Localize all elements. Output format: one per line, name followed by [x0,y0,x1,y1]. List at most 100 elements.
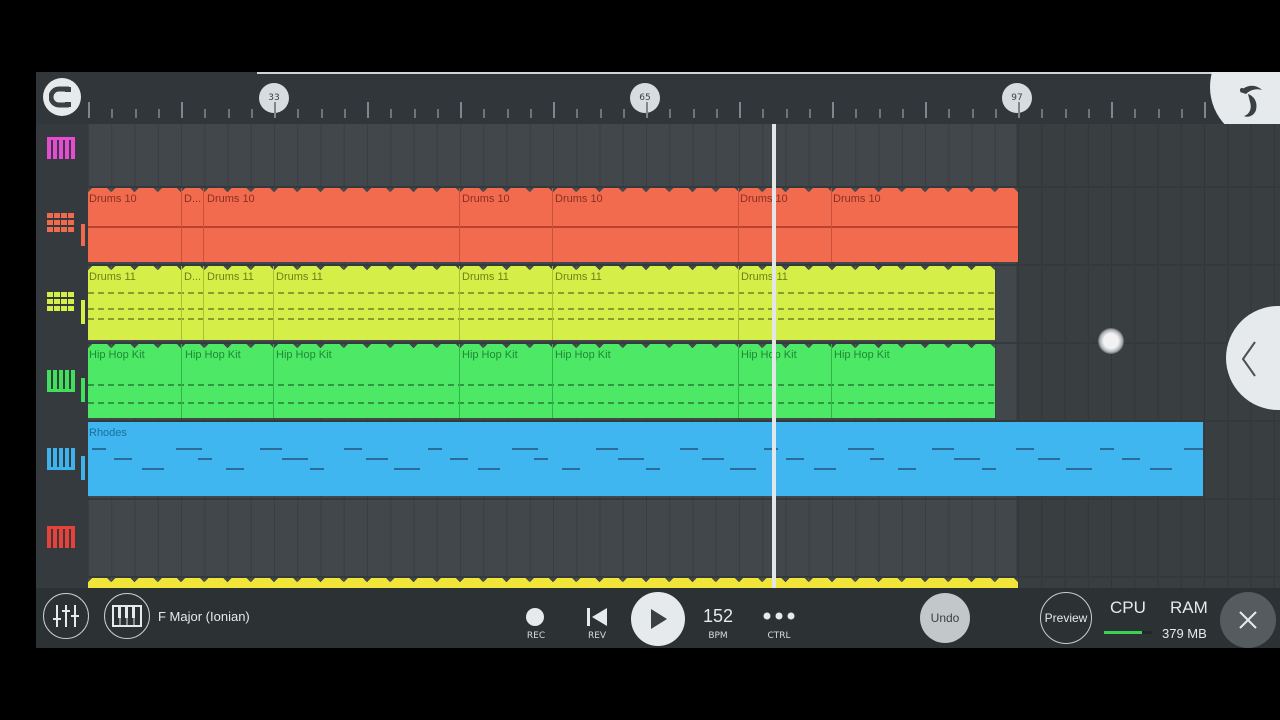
clip-divider [552,344,553,418]
undo-button[interactable]: Undo [920,593,970,643]
note-dash [814,468,836,470]
note-dash [1066,468,1092,470]
keyboard-icon [47,370,75,392]
rewind-icon[interactable] [586,607,608,627]
timeline-tick [855,109,858,118]
clip-divider [831,188,832,262]
rev-label: REV [587,631,607,641]
timeline-tick [297,109,300,118]
clip-label: Drums 10 [740,193,788,205]
timeline-tick [111,109,114,118]
clip-label: Hip Hop Kit [89,349,145,361]
note-dash [730,468,756,470]
note-dash [478,468,500,470]
keyboard-icon [47,137,75,159]
bar-marker-65[interactable]: 65 [630,83,660,113]
more-dots-icon[interactable] [763,612,795,620]
timeline-tick [1134,109,1137,118]
mixer-sliders-icon [53,605,79,627]
bpm-value[interactable]: 152 [698,606,738,627]
playlist-grid[interactable]: Drums 10 D... Drums 10 Drums 10 Drums 10… [88,124,1280,588]
timeline-tick [1180,109,1183,118]
piano-roll-button[interactable] [104,593,150,639]
clip-pattern-line [88,384,995,386]
track-3-drum-button[interactable] [47,292,75,320]
note-dash [1016,448,1034,450]
preview-button[interactable]: Preview [1040,592,1092,644]
note-dash [394,468,420,470]
timeline-tick [227,109,230,118]
clip-row-hip-hop-kit[interactable]: Hip Hop Kit Hip Hop Kit Hip Hop Kit Hip … [88,344,995,418]
ctrl-label: CTRL [767,631,791,641]
timeline-tick [88,102,90,118]
piano-keys-icon [112,605,142,627]
note-dash [1038,458,1060,460]
cpu-label: CPU [1110,598,1146,617]
play-button[interactable] [631,592,685,646]
clip-row-drums-11[interactable]: Drums 11 D... Drums 11 Drums 11 Drums 11… [88,266,995,340]
record-button[interactable] [526,608,544,626]
scale-selector[interactable]: F Major (Ionian) [158,609,250,624]
note-dash [366,458,388,460]
timeline-tick [483,109,486,118]
timeline-tick [1018,102,1020,118]
track-2-drum-button[interactable] [47,213,75,241]
note-dash [786,458,804,460]
chevron-left-icon [1241,341,1256,377]
note-dash [344,448,362,450]
clip-divider [181,344,182,418]
snap-magnet-button[interactable] [43,78,81,116]
note-dash [198,458,212,460]
note-dash [114,458,132,460]
close-button[interactable] [1220,592,1276,648]
clip-pattern-line [88,292,995,294]
note-dash [562,468,580,470]
clip-label: Drums 11 [276,271,323,283]
timeline-tick [204,109,207,118]
clip-label: Drums 11 [89,271,136,283]
clip-row-drums-10[interactable]: Drums 10 D... Drums 10 Drums 10 Drums 10… [88,188,1018,262]
keyboard-icon [47,448,75,470]
timeline-tick [878,109,881,118]
track-1-piano-button[interactable] [47,137,75,163]
timeline-tick [971,109,974,118]
note-dash [1184,448,1203,450]
mixer-button[interactable] [43,593,89,639]
track-5-level-meter [81,456,85,480]
rec-label: REC [526,631,546,641]
timeline-tick [715,109,718,118]
clip-divider [203,266,204,340]
clip-label: D... [184,271,202,283]
note-dash [1100,448,1114,450]
note-dash [1150,468,1172,470]
clip-row-bottom-partial[interactable] [88,578,1018,588]
note-dash [932,448,954,450]
timeline-tick [901,109,904,118]
clip-rhodes[interactable]: Rhodes [88,422,1203,496]
timeline-ruler[interactable]: 33 65 97 [36,72,1280,126]
track-6-piano-button[interactable] [47,526,75,552]
clip-label: Drums 10 [833,193,881,205]
timeline-tick [274,102,276,118]
clip-divider [552,188,553,262]
track-4-piano-button[interactable] [47,370,75,396]
clip-label: Drums 10 [207,193,255,205]
note-dash [596,448,618,450]
timeline-tick [762,109,765,118]
timeline-tick [832,102,834,118]
timeline-tick [529,109,532,118]
clip-label: Drums 10 [462,193,510,205]
keyboard-icon [47,526,75,548]
track-5-piano-button[interactable] [47,448,75,474]
clip-divider [181,188,182,262]
clip-divider [552,266,553,340]
note-dash [282,458,308,460]
scroll-knob[interactable] [1098,328,1124,354]
bpm-label: BPM [708,631,728,641]
clip-label: Drums 11 [462,271,509,283]
clip-divider [738,344,739,418]
note-dash [512,448,538,450]
clip-divider [738,188,739,262]
playhead[interactable] [772,124,776,588]
bar-marker-97[interactable]: 97 [1002,83,1032,113]
